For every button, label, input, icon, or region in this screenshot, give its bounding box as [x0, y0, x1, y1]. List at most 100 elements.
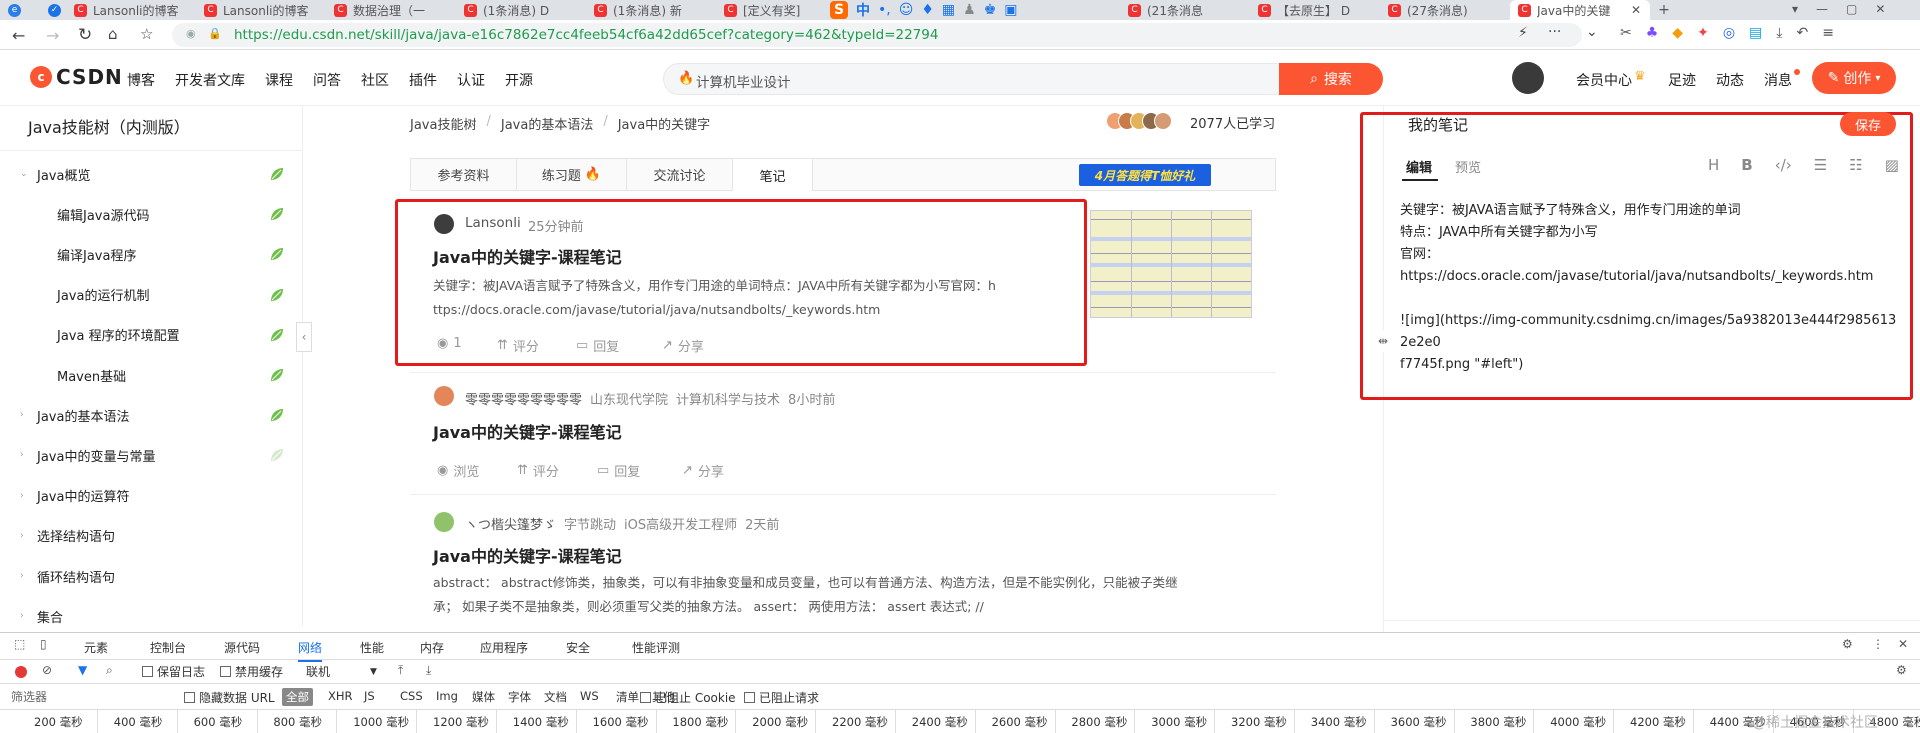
import-har-icon[interactable]: ⤒ [398, 663, 403, 678]
menu-icon[interactable]: ≡ [1822, 25, 1834, 41]
collapsed-arrow-icon[interactable]: › [20, 571, 24, 581]
extension-icon[interactable]: ◆ [1672, 25, 1683, 41]
maximize-icon[interactable]: ▢ [1846, 2, 1857, 16]
resource-type-filter[interactable]: CSS [396, 688, 427, 704]
resource-type-filter[interactable]: WS [576, 688, 603, 704]
close-window-icon[interactable]: ✕ [1875, 2, 1885, 16]
forward-icon[interactable]: → [46, 26, 59, 45]
download-icon[interactable]: ⤓ [1776, 25, 1782, 41]
browser-tab[interactable]: C 【去原生】 D [1250, 0, 1376, 20]
devtools-tab[interactable]: 控制台 [150, 639, 186, 656]
url-bar[interactable]: ◉ 🔒 https://edu.csdn.net/skill/java/java… [172, 23, 1582, 47]
note-author[interactable]: 零零零零零零零零零 [465, 389, 582, 408]
browser-extension-icon[interactable]: ✓ [40, 0, 62, 20]
ime-punct-icon[interactable]: •, [878, 2, 891, 18]
nav-vip-center[interactable]: 会员中心 [1576, 70, 1632, 90]
collapsed-arrow-icon[interactable]: › [20, 611, 24, 621]
note-title[interactable]: Java中的关键字-课程笔记 [433, 419, 622, 443]
breadcrumb-item[interactable]: Java的基本语法 [501, 114, 593, 133]
browser-tab[interactable]: C (1条消息) 新 [586, 0, 712, 20]
share-button[interactable]: ↗ 分享 [682, 461, 724, 480]
sidebar-item[interactable]: 编辑Java源代码 [0, 194, 303, 234]
csdn-logo[interactable]: c CSDN [30, 65, 123, 89]
sidebar-item[interactable]: Java 程序的环境配置 [0, 315, 303, 355]
sidebar-item[interactable]: › Java中的变量与常量 [0, 435, 303, 475]
preserve-log-checkbox[interactable]: 保留日志 [142, 663, 205, 680]
collapsed-arrow-icon[interactable]: › [20, 491, 24, 501]
note-author[interactable]: Lansonli [465, 215, 521, 231]
reload-icon[interactable]: ↻ [78, 25, 92, 45]
ime-mic-icon[interactable]: ♦ [921, 2, 934, 18]
devtools-tab[interactable]: 应用程序 [480, 639, 528, 656]
resource-type-filter[interactable]: Img [432, 688, 462, 704]
browser-tab[interactable]: C Lansonli的博客 [196, 0, 322, 20]
devtools-tab[interactable]: 性能 [360, 639, 384, 656]
sidebar-item[interactable]: › 选择结构语句 [0, 516, 303, 556]
network-settings-icon[interactable]: ⚙ [1896, 663, 1907, 677]
sidebar-item[interactable]: › Java中的运算符 [0, 476, 303, 516]
search-icon[interactable]: ⌕ [106, 663, 113, 678]
collapsed-arrow-icon[interactable]: › [20, 531, 24, 541]
nav-courses[interactable]: 课程 [265, 70, 293, 90]
devtools-tab[interactable]: 内存 [420, 639, 444, 656]
nav-footprint[interactable]: 足迹 [1668, 70, 1696, 90]
browser-edge-icon[interactable]: e [0, 0, 40, 20]
clear-icon[interactable]: ⊘ [42, 663, 52, 677]
promo-banner[interactable]: 4月答题得T恤好礼 [1079, 164, 1211, 186]
sidebar-item[interactable]: 编译Java程序 [0, 234, 303, 274]
flash-icon[interactable]: ⚡ [1518, 25, 1528, 41]
resource-type-filter[interactable]: 文档 [540, 688, 571, 706]
ime-emoji-icon[interactable]: ☺ [899, 2, 914, 18]
note-author[interactable]: ヽつ楷尖篷梦ゞ [465, 514, 556, 533]
bookmark-star-icon[interactable]: ☆ [140, 25, 153, 43]
resource-type-filter[interactable]: 全部 [282, 688, 313, 706]
more-vertical-icon[interactable]: ⋮ [1872, 637, 1884, 651]
collapsed-arrow-icon[interactable]: › [20, 450, 24, 460]
browser-tab-active[interactable]: C Java中的关键 ✕ [1510, 0, 1650, 20]
ime-tools-icon[interactable]: ▣ [1004, 2, 1017, 18]
record-icon[interactable] [15, 666, 27, 678]
ordered-list-icon[interactable]: ☷ [1849, 156, 1862, 174]
tab-preview[interactable]: 预览 [1455, 157, 1481, 176]
ime-user-icon[interactable]: ♟ [963, 2, 976, 18]
settings-gear-icon[interactable]: ⚙ [1842, 637, 1853, 651]
resource-type-filter[interactable]: JS [360, 688, 379, 704]
browser-tab[interactable]: C Lansonli的博客 [66, 0, 192, 20]
browser-tab[interactable]: C (21条消息 [1120, 0, 1246, 20]
tab-edit[interactable]: 编辑 [1406, 157, 1432, 176]
collapsed-arrow-icon[interactable]: › [20, 410, 24, 420]
extension-icon[interactable]: ▤ [1749, 25, 1762, 41]
reply-button[interactable]: ▭ 回复 [597, 461, 640, 480]
collapse-sidebar-icon[interactable]: ‹ [296, 322, 312, 352]
nav-certification[interactable]: 认证 [457, 70, 485, 90]
nav-qa[interactable]: 问答 [313, 70, 341, 90]
more-dots-icon[interactable]: ··· [1548, 24, 1561, 40]
heading-icon[interactable]: H [1708, 156, 1719, 174]
keyword-table-thumbnail[interactable] [1090, 210, 1252, 318]
devtools-tab[interactable]: 安全 [566, 639, 590, 656]
sidebar-item[interactable]: Java的运行机制 [0, 275, 303, 315]
sidebar-item[interactable]: › Java的基本语法 [0, 395, 303, 435]
minimize-icon[interactable]: — [1816, 2, 1828, 16]
tab-references[interactable]: 参考资料 [411, 159, 517, 190]
browser-tab[interactable]: C (27条消息) [1380, 0, 1506, 20]
bullet-list-icon[interactable]: ☰ [1814, 156, 1827, 174]
inspect-icon[interactable]: ⬚ [14, 637, 25, 651]
devtools-tab[interactable]: 元素 [84, 639, 108, 656]
sidebar-item[interactable]: › 循环结构语句 [0, 556, 303, 596]
tab-exercises[interactable]: 练习题 🔥 [517, 159, 627, 190]
close-tab-icon[interactable]: ✕ [1631, 3, 1641, 17]
tab-discussion[interactable]: 交流讨论 [627, 159, 733, 190]
note-editor[interactable]: 关键字：被JAVA语言赋予了特殊含义，用作专门用途的单词 特点：JAVA中所有关… [1400, 200, 1900, 376]
rate-button[interactable]: ⇈ 评分 [497, 336, 539, 355]
expanded-arrow-icon[interactable]: ⌄ [20, 169, 28, 179]
nav-messages[interactable]: 消息 [1764, 70, 1792, 90]
filter-icon[interactable]: ▼ [78, 663, 87, 677]
game-icon[interactable]: ✦ [1697, 25, 1709, 41]
search-box[interactable]: 🔥 计算机毕业设计 [663, 63, 1283, 95]
sidebar-item[interactable]: Maven基础 [0, 355, 303, 395]
devtools-tab[interactable]: 源代码 [224, 639, 260, 656]
tab-notes[interactable]: 笔记 [733, 159, 813, 191]
nav-open-source[interactable]: 开源 [505, 70, 533, 90]
nav-dev-library[interactable]: 开发者文库 [175, 70, 245, 90]
